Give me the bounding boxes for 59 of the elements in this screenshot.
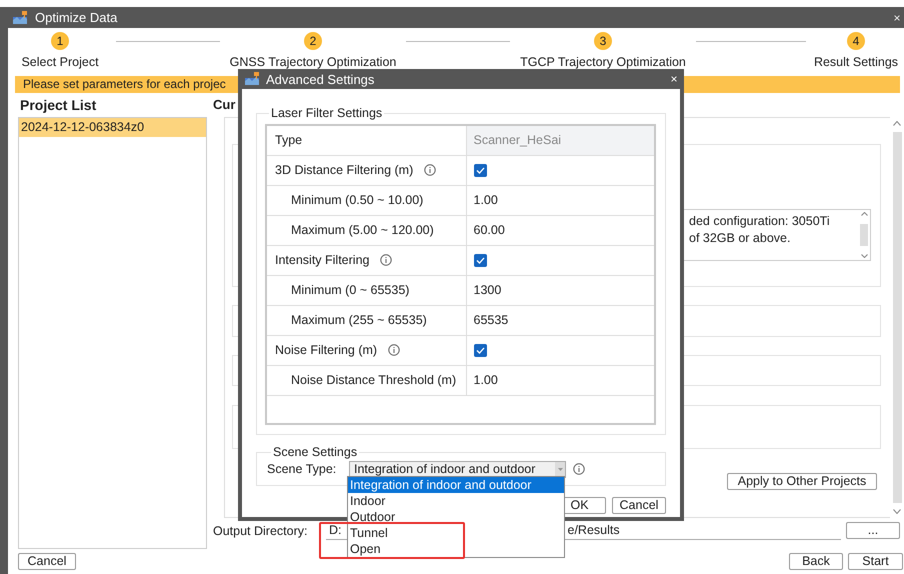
checkbox[interactable] (474, 344, 486, 356)
column-header: Type (274, 133, 304, 148)
output-directory-label: Output Directory: (213, 524, 308, 538)
step-label: GNSS Trajectory Optimization (230, 55, 396, 69)
setting-label: Maximum (5.00 ~ 120.00) (290, 223, 435, 237)
notice-text: ded configuration: 3050Ti (689, 213, 831, 230)
setting-label: Minimum (0 ~ 65535) (290, 283, 410, 297)
step-number: 1 (51, 32, 69, 50)
cancel-button[interactable]: Cancel (612, 497, 666, 514)
group-title: Laser Filter Settings (270, 106, 384, 120)
setting-label: Intensity Filtering (275, 253, 370, 267)
step-number: 2 (304, 32, 322, 50)
field-value: D: (329, 523, 342, 537)
section-heading: Cur (213, 97, 236, 112)
close-button[interactable]: × (890, 10, 904, 24)
caret-icon (558, 468, 562, 470)
setting-value[interactable]: 1300 (466, 283, 654, 297)
dropdown-option[interactable]: Integration of indoor and outdoor (348, 477, 564, 493)
scroll-down-icon (893, 509, 901, 514)
scene-type-label: Scene Type: (267, 462, 338, 476)
checkbox[interactable] (474, 254, 486, 266)
cancel-button[interactable]: Cancel (18, 553, 76, 570)
dropdown-option[interactable]: Open (348, 541, 564, 557)
dropdown-option[interactable]: Tunnel (348, 525, 564, 541)
scroll-up-icon (860, 212, 868, 216)
setting-value[interactable]: 60.00 (466, 223, 654, 237)
column-header: Scanner_HeSai (472, 133, 562, 148)
app-icon (12, 10, 28, 24)
check-icon (476, 166, 484, 174)
setting-label: Noise Distance Threshold (m) (290, 373, 458, 387)
browse-button[interactable]: ... (846, 522, 900, 539)
check-icon (476, 256, 484, 264)
check-icon (476, 346, 484, 354)
app-icon (244, 72, 260, 86)
project-item[interactable]: 2024-12-12-063834z0 (19, 118, 206, 137)
step-label: Result Settings (814, 55, 898, 69)
setting-label: Noise Filtering (m) (275, 343, 378, 357)
step-label: TGCP Trajectory Optimization (520, 55, 686, 69)
step-number: 4 (847, 32, 865, 50)
checkbox[interactable] (474, 164, 486, 176)
step-label: Select Project (21, 55, 99, 69)
notice-text: of 32GB or above. (689, 230, 792, 247)
window-title: Optimize Data (35, 10, 118, 25)
scroll-down-icon (860, 254, 868, 258)
setting-label: Maximum (255 ~ 65535) (290, 313, 428, 327)
scene-type-dropdown[interactable]: Integration of indoor and outdoor (349, 460, 566, 478)
step-number: 3 (594, 32, 612, 50)
setting-value[interactable]: 65535 (466, 313, 654, 327)
setting-value[interactable]: 1.00 (466, 373, 654, 387)
start-button[interactable]: Start (848, 553, 903, 570)
scroll-up-icon (893, 121, 901, 126)
group-title: Scene Settings (272, 445, 358, 459)
setting-value[interactable]: 1.00 (466, 193, 654, 207)
apply-to-other-projects-button[interactable]: Apply to Other Projects (727, 473, 877, 490)
project-list-title: Project List (19, 96, 98, 115)
setting-label: Minimum (0.50 ~ 10.00) (290, 193, 424, 207)
back-button[interactable]: Back (789, 553, 843, 570)
setting-label: 3D Distance Filtering (m) (275, 163, 414, 177)
field-value: e/Results (568, 523, 620, 537)
